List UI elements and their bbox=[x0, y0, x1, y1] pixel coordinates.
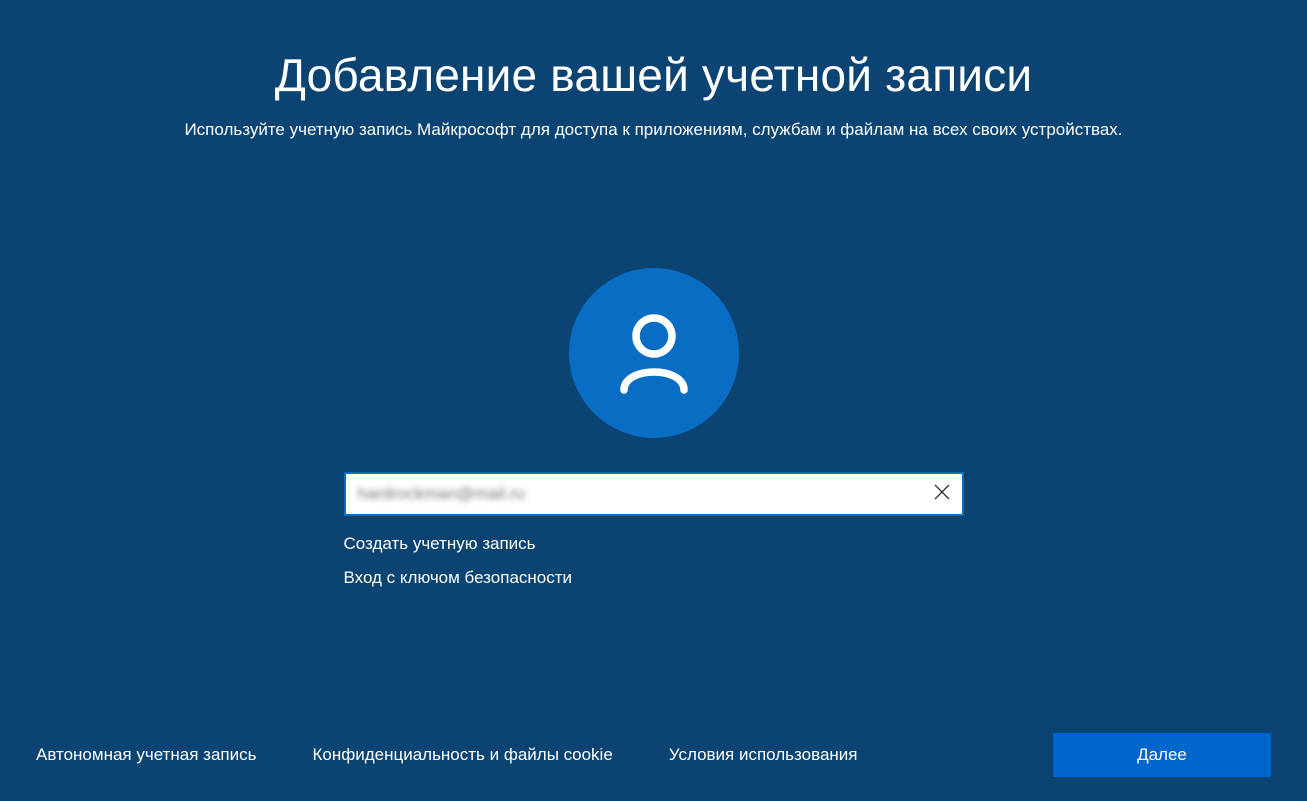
offline-account-link[interactable]: Автономная учетная запись bbox=[36, 745, 256, 765]
signin-form: Создать учетную запись Вход с ключом без… bbox=[344, 472, 964, 588]
terms-link[interactable]: Условия использования bbox=[669, 745, 858, 765]
page-subtitle: Используйте учетную запись Майкрософт дл… bbox=[184, 120, 1122, 140]
page-title: Добавление вашей учетной записи bbox=[275, 48, 1033, 102]
clear-input-button[interactable] bbox=[922, 474, 962, 514]
next-button[interactable]: Далее bbox=[1053, 733, 1271, 777]
footer: Автономная учетная запись Конфиденциальн… bbox=[0, 733, 1307, 777]
email-input[interactable] bbox=[346, 474, 922, 514]
security-key-signin-link[interactable]: Вход с ключом безопасности bbox=[344, 568, 964, 588]
close-icon bbox=[934, 483, 950, 506]
oobe-account-page: Добавление вашей учетной записи Использу… bbox=[0, 0, 1307, 801]
avatar-circle bbox=[569, 268, 739, 438]
email-field-wrapper bbox=[344, 472, 964, 516]
user-icon bbox=[606, 303, 702, 404]
privacy-cookies-link[interactable]: Конфиденциальность и файлы cookie bbox=[312, 745, 612, 765]
create-account-link[interactable]: Создать учетную запись bbox=[344, 534, 964, 554]
